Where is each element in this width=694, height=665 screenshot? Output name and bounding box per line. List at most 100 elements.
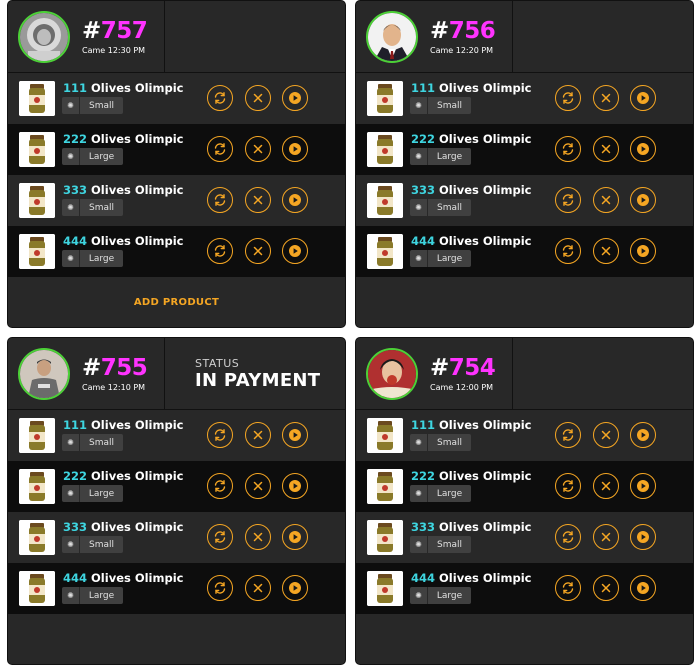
product-name: 333 Olives Olimpic	[63, 520, 183, 534]
replace-button[interactable]	[555, 422, 581, 448]
refresh-icon	[213, 244, 227, 258]
replace-button[interactable]	[207, 524, 233, 550]
remove-button[interactable]	[593, 85, 619, 111]
product-title: Olives Olimpic	[439, 81, 532, 95]
order-status	[513, 1, 693, 72]
play-button[interactable]	[630, 136, 656, 162]
man-suit-avatar	[368, 12, 416, 61]
size-label: Large	[436, 590, 463, 601]
refresh-icon	[561, 91, 575, 105]
replace-button[interactable]	[555, 238, 581, 264]
product-row: 222 Olives Olimpic ✺ Large	[8, 124, 345, 175]
add-product-button[interactable]: ADD PRODUCT	[134, 297, 219, 308]
size-badge: ✺ Small	[410, 434, 471, 451]
remove-button[interactable]	[245, 136, 271, 162]
order-items: 111 Olives Olimpic ✺ Small 222 Olives Olimp…	[8, 410, 345, 614]
olive-jar-image	[19, 132, 55, 167]
remove-button[interactable]	[245, 422, 271, 448]
play-icon	[288, 91, 302, 105]
order-card-756: #756 Came 12:20 PM 111 Olives Olimpic ✺ Sm…	[355, 0, 694, 328]
came-time: Came 12:20 PM	[430, 45, 494, 55]
replace-button[interactable]	[555, 575, 581, 601]
replace-button[interactable]	[555, 473, 581, 499]
remove-button[interactable]	[593, 238, 619, 264]
replace-button[interactable]	[555, 136, 581, 162]
sun-icon: ✺	[62, 97, 80, 114]
product-code: 333	[411, 520, 436, 534]
olive-jar-image	[19, 571, 55, 606]
play-button[interactable]	[282, 238, 308, 264]
play-button[interactable]	[630, 85, 656, 111]
remove-button[interactable]	[245, 238, 271, 264]
replace-button[interactable]	[555, 524, 581, 550]
play-button[interactable]	[630, 422, 656, 448]
remove-button[interactable]	[245, 575, 271, 601]
remove-button[interactable]	[593, 187, 619, 213]
play-button[interactable]	[282, 524, 308, 550]
replace-button[interactable]	[207, 85, 233, 111]
product-name: 222 Olives Olimpic	[63, 132, 183, 146]
remove-button[interactable]	[593, 575, 619, 601]
play-button[interactable]	[630, 473, 656, 499]
sun-icon: ✺	[410, 250, 428, 267]
replace-button[interactable]	[207, 575, 233, 601]
olive-jar-image	[367, 132, 403, 167]
product-name: 111 Olives Olimpic	[411, 418, 531, 432]
replace-button[interactable]	[207, 187, 233, 213]
refresh-icon	[213, 428, 227, 442]
sun-icon: ✺	[62, 199, 80, 216]
refresh-icon	[213, 530, 227, 544]
replace-button[interactable]	[555, 85, 581, 111]
product-name: 111 Olives Olimpic	[63, 81, 183, 95]
product-row: 444 Olives Olimpic ✺ Large	[8, 226, 345, 277]
product-title: Olives Olimpic	[439, 571, 532, 585]
close-icon	[252, 194, 264, 206]
remove-button[interactable]	[593, 473, 619, 499]
size-badge: ✺ Large	[62, 587, 123, 604]
remove-button[interactable]	[593, 422, 619, 448]
play-button[interactable]	[282, 575, 308, 601]
play-button[interactable]	[630, 575, 656, 601]
size-badge: ✺ Large	[62, 250, 123, 267]
remove-button[interactable]	[593, 524, 619, 550]
size-label: Large	[88, 488, 115, 499]
play-button[interactable]	[282, 85, 308, 111]
play-button[interactable]	[282, 473, 308, 499]
play-button[interactable]	[630, 187, 656, 213]
remove-button[interactable]	[245, 524, 271, 550]
product-code: 444	[63, 234, 88, 248]
remove-button[interactable]	[593, 136, 619, 162]
play-button[interactable]	[282, 187, 308, 213]
product-row: 333 Olives Olimpic ✺ Small	[356, 175, 693, 226]
sun-icon: ✺	[410, 536, 428, 553]
play-button[interactable]	[282, 136, 308, 162]
product-code: 222	[411, 469, 436, 483]
replace-button[interactable]	[207, 238, 233, 264]
play-icon	[636, 479, 650, 493]
replace-button[interactable]	[207, 136, 233, 162]
play-button[interactable]	[630, 238, 656, 264]
replace-button[interactable]	[207, 473, 233, 499]
play-button[interactable]	[282, 422, 308, 448]
play-button[interactable]	[630, 524, 656, 550]
play-icon	[288, 530, 302, 544]
astronaut-avatar	[20, 12, 68, 61]
olive-jar-image	[19, 183, 55, 218]
remove-button[interactable]	[245, 473, 271, 499]
replace-button[interactable]	[555, 187, 581, 213]
size-badge: ✺ Large	[410, 250, 471, 267]
remove-button[interactable]	[245, 85, 271, 111]
remove-button[interactable]	[245, 187, 271, 213]
product-title: Olives Olimpic	[439, 418, 532, 432]
refresh-icon	[561, 244, 575, 258]
olive-jar-image	[19, 81, 55, 116]
play-icon	[288, 479, 302, 493]
sun-icon: ✺	[62, 587, 80, 604]
play-icon	[636, 530, 650, 544]
replace-button[interactable]	[207, 422, 233, 448]
product-title: Olives Olimpic	[91, 571, 184, 585]
size-badge: ✺ Small	[62, 199, 123, 216]
customer-avatar	[366, 10, 418, 63]
status-value: IN PAYMENT	[195, 369, 321, 391]
order-status	[513, 338, 693, 409]
